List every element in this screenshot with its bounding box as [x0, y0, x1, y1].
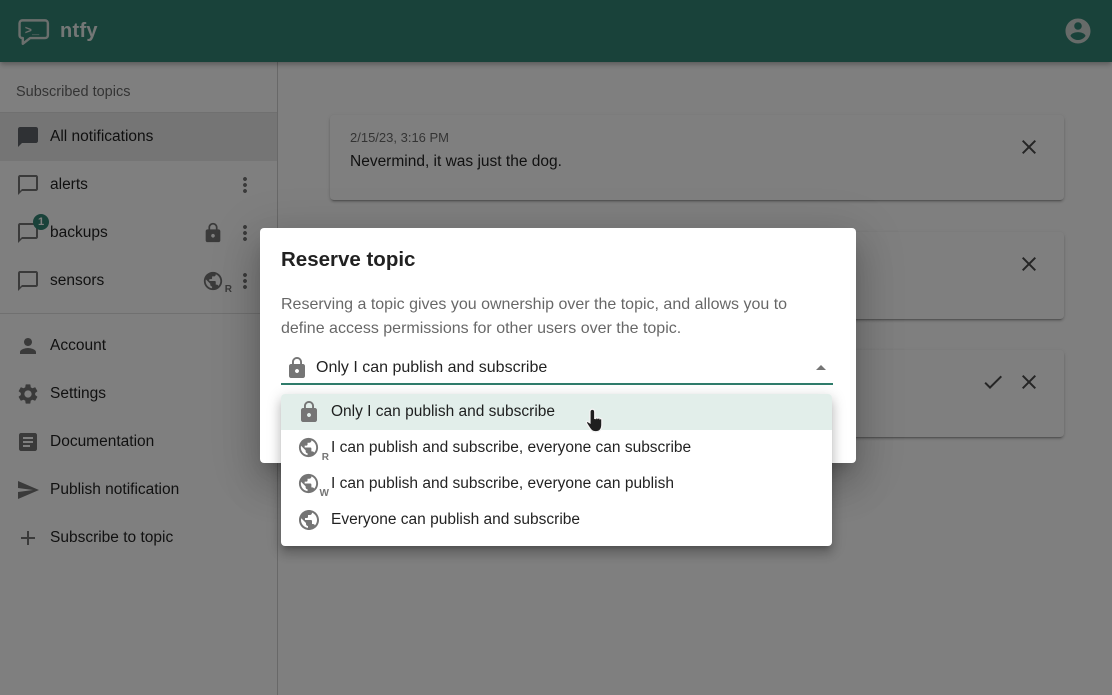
dialog-description: Reserving a topic gives you ownership ov… — [281, 293, 805, 341]
menu-item-only-i-can-publish-subscribe[interactable]: Only I can publish and subscribe — [281, 394, 832, 430]
menu-item-everyone-can-publish-subscribe[interactable]: Everyone can publish and subscribe — [281, 502, 832, 538]
menu-item-everyone-can-subscribe[interactable]: R I can publish and subscribe, everyone … — [281, 430, 832, 466]
dialog-title: Reserve topic — [281, 248, 833, 272]
menu-item-everyone-can-publish[interactable]: W I can publish and subscribe, everyone … — [281, 466, 832, 502]
access-options-menu: Only I can publish and subscribe R I can… — [281, 394, 832, 546]
caret-up-icon — [809, 356, 833, 380]
lock-icon — [285, 356, 309, 380]
access-select-value: Only I can publish and subscribe — [316, 359, 547, 377]
globe-write-icon: W — [297, 472, 321, 496]
globe-icon — [297, 508, 321, 532]
lock-icon — [297, 400, 321, 424]
globe-read-icon: R — [297, 436, 321, 460]
access-select[interactable]: Only I can publish and subscribe — [281, 353, 833, 385]
